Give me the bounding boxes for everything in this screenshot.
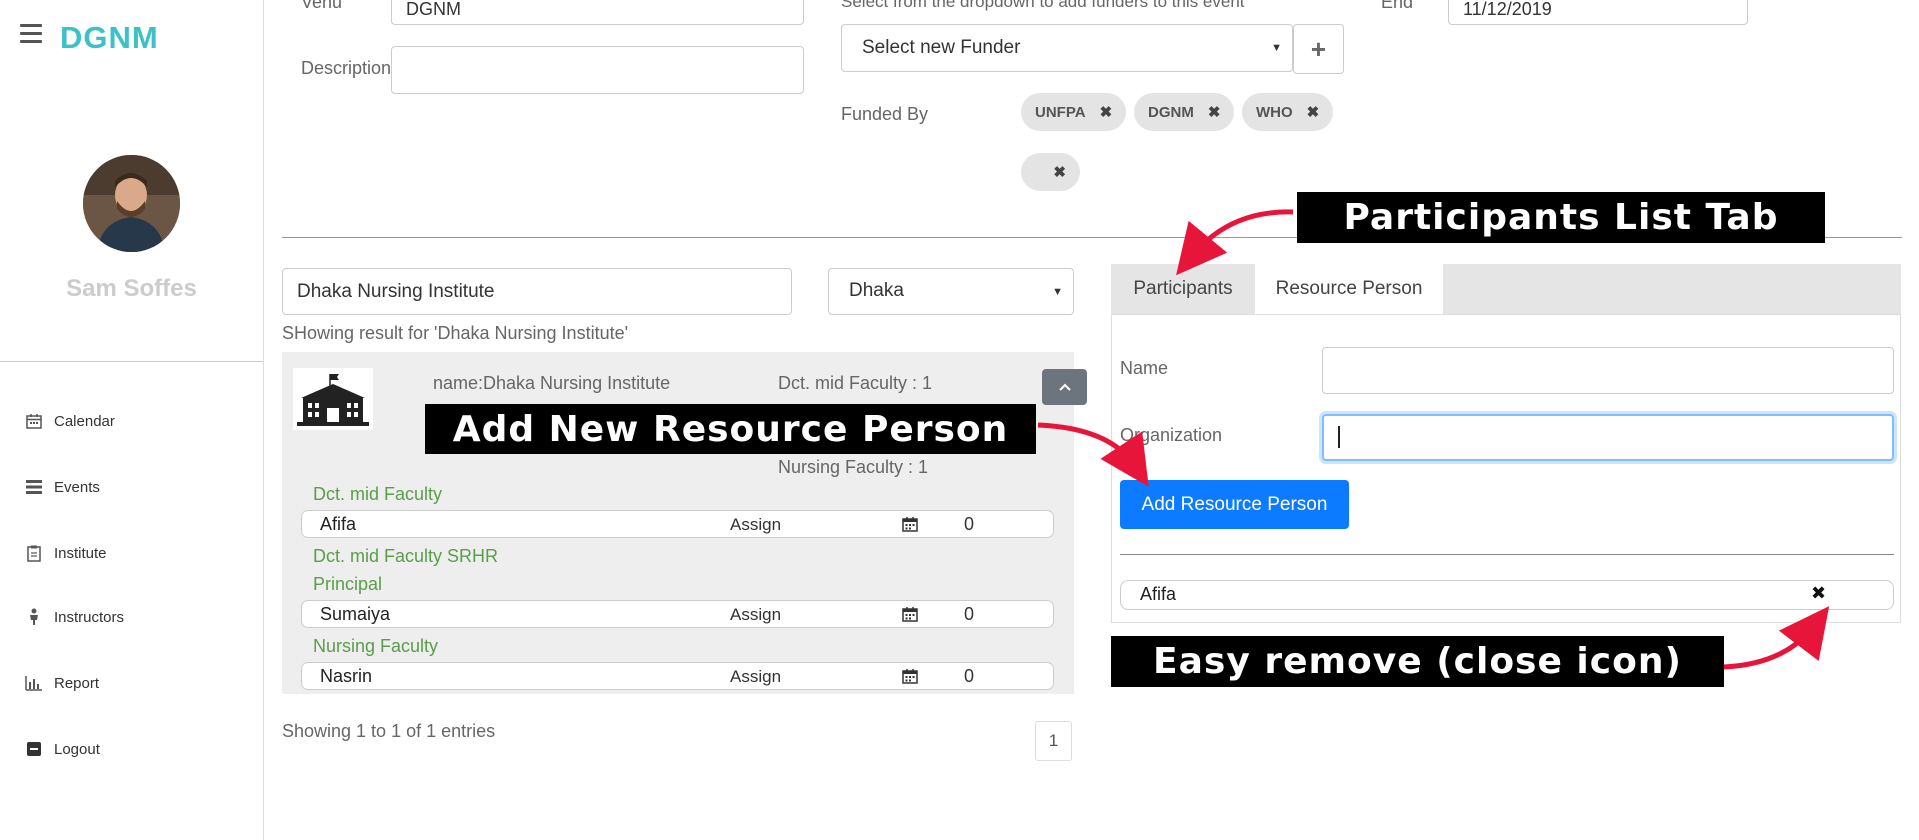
user-name: Sam Soffes [66,275,197,302]
assign-count: 0 [964,604,975,624]
funder-chip: UNFPA ✖ [1021,93,1127,131]
close-icon[interactable]: ✖ [1307,103,1320,121]
menu-icon[interactable] [20,24,42,48]
logout-icon [24,740,44,758]
funded-by-label: Funded By [841,104,929,124]
sidebar-item-label: Calendar [54,412,115,430]
annotation-participants-tab: Participants List Tab [1297,192,1825,243]
sidebar-item-logout[interactable]: Logout [24,740,100,758]
sidebar-item-label: Logout [54,740,100,758]
institute-icon [293,368,373,430]
category-label: Nursing Faculty [313,636,439,656]
funder-select[interactable]: Select new Funder ▼ [841,24,1293,72]
annotation-add-resource: Add New Resource Person [425,404,1036,454]
search-result-text: SHowing result for 'Dhaka Nursing Instit… [282,323,629,343]
category-label: Principal [313,574,383,594]
table-row: Nasrin Assign 0 [301,662,1054,690]
assign-button[interactable]: Assign [730,667,781,687]
panel-divider [1120,554,1894,555]
district-select-value: Dhaka [849,280,904,301]
institute-stat: Nursing Faculty : 1 [778,457,929,477]
person-icon [24,608,44,626]
person-name: Sumaiya [320,604,391,624]
calendar-icon[interactable] [902,668,918,689]
category-label: Dct. mid Faculty [313,484,443,504]
venue-label: Venu [301,0,343,12]
person-name: Afifa [320,514,357,534]
funder-chip: WHO ✖ [1242,93,1334,131]
table-row: Sumaiya Assign 0 [301,600,1054,628]
plus-icon: + [1310,33,1327,64]
institute-name: name:Dhaka Nursing Institute [433,373,671,393]
assign-button[interactable]: Assign [730,605,781,625]
assigned-resource-row: Afifa ✖ [1120,580,1894,610]
clipboard-icon [24,544,44,562]
annotation-easy-remove: Easy remove (close icon) [1111,636,1724,687]
collapse-button[interactable] [1042,369,1087,405]
table-row: Afifa Assign 0 [301,510,1054,538]
end-label: End [1381,0,1414,12]
assigned-resource-name: Afifa [1140,584,1177,604]
sidebar-item-label: Institute [54,544,107,562]
organization-input[interactable] [1322,414,1894,461]
pagination-info: Showing 1 to 1 of 1 entries [282,721,496,741]
funder-chip: ✖ [1021,153,1080,191]
funder-chip-label: WHO [1256,103,1293,121]
assign-count: 0 [964,514,975,534]
close-icon[interactable]: ✖ [1100,103,1113,121]
chevron-down-icon: ▼ [1052,285,1063,298]
avatar [83,155,180,252]
brand-logo[interactable]: DGNM [60,20,159,56]
calendar-icon [24,412,44,430]
funder-select-value: Select new Funder [862,37,1021,58]
district-select[interactable]: Dhaka ▼ [828,268,1074,315]
sidebar-item-label: Events [54,478,100,496]
sidebar: DGNM Sam Soffes Calendar Events Institut… [0,0,264,840]
sidebar-item-report[interactable]: Report [24,674,99,692]
person-name: Nasrin [320,666,373,686]
pagination-page-1[interactable]: 1 [1035,721,1072,761]
tab-resource-person[interactable]: Resource Person [1255,264,1443,314]
sidebar-item-calendar[interactable]: Calendar [24,412,115,430]
text-cursor [1338,426,1340,449]
close-icon[interactable]: ✖ [1208,103,1221,121]
tab-participants[interactable]: Participants [1111,264,1255,314]
add-resource-person-button[interactable]: Add Resource Person [1120,480,1349,529]
name-label: Name [1120,358,1169,378]
add-funder-button[interactable]: + [1293,24,1344,74]
funder-chip: DGNM ✖ [1134,93,1235,131]
sidebar-item-label: Instructors [54,608,125,626]
list-icon [24,478,44,496]
resource-name-input[interactable] [1322,347,1894,394]
funder-chip-label: DGNM [1148,103,1194,121]
calendar-icon[interactable] [902,606,918,627]
bar-chart-icon [24,674,44,692]
funder-hint: Select from the dropdown to add funders … [841,0,1245,11]
sidebar-item-instructors[interactable]: Instructors [24,608,124,626]
venue-input[interactable]: DGNM [391,0,804,25]
close-icon[interactable]: ✖ [1053,163,1066,181]
category-label: Dct. mid Faculty SRHR [313,546,499,566]
close-icon[interactable]: ✖ [1811,583,1826,604]
description-input[interactable] [391,46,804,94]
funder-chip-label: UNFPA [1035,103,1086,121]
institute-search-input[interactable]: Dhaka Nursing Institute [282,268,792,315]
chevron-up-icon [1058,383,1071,391]
resource-tabs: Participants Resource Person [1111,264,1901,314]
assign-button[interactable]: Assign [730,515,781,535]
calendar-icon[interactable] [902,516,918,537]
sidebar-item-label: Report [54,674,100,692]
assign-count: 0 [964,666,975,686]
chevron-down-icon: ▼ [1271,42,1282,54]
institute-stat: Dct. mid Faculty : 1 [778,373,933,393]
description-label: Description [301,58,392,78]
sidebar-item-institute[interactable]: Institute [24,544,107,562]
sidebar-divider [0,361,263,362]
organization-label: Organization [1120,425,1223,445]
sidebar-item-events[interactable]: Events [24,478,100,496]
end-date-input[interactable]: 11/12/2019 [1448,0,1748,25]
